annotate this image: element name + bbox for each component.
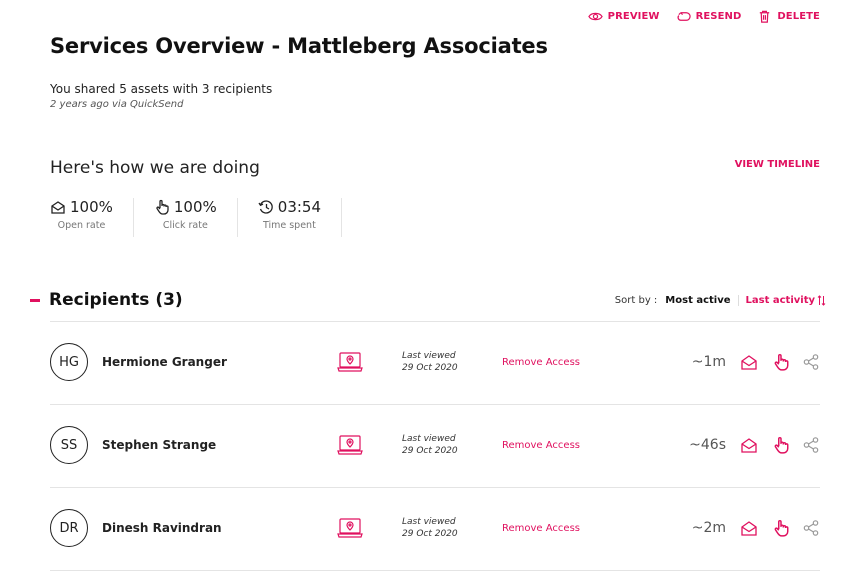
history-clock-icon bbox=[258, 200, 273, 214]
recipient-name: Dinesh Ravindran bbox=[102, 521, 222, 535]
stat-click-rate: 100% Click rate bbox=[134, 198, 238, 237]
recipients-title: Recipients (3) bbox=[49, 290, 183, 310]
remove-access-link[interactable]: Remove Access bbox=[502, 357, 580, 368]
pointer-hand-icon[interactable] bbox=[772, 353, 790, 371]
collapse-icon[interactable] bbox=[30, 298, 40, 302]
laptop-location-icon bbox=[337, 518, 363, 538]
stat-time-spent: 03:54 Time spent bbox=[238, 198, 343, 237]
last-viewed: Last viewed 29 Oct 2020 bbox=[402, 516, 458, 540]
sort-last-activity-label: Last activity bbox=[745, 294, 815, 306]
time-spent: ~1m bbox=[691, 354, 726, 370]
recipient-name: Stephen Strange bbox=[102, 438, 217, 452]
recipient-row: SS Stephen Strange Last viewed 29 Oct 20… bbox=[50, 404, 820, 486]
last-viewed-label: Last viewed bbox=[402, 351, 456, 361]
sort-last-activity[interactable]: Last activity bbox=[746, 294, 826, 307]
laptop-location-icon bbox=[337, 435, 363, 455]
recipient-name: Hermione Granger bbox=[102, 355, 227, 369]
share-icon[interactable] bbox=[802, 353, 820, 371]
share-icon[interactable] bbox=[802, 519, 820, 537]
last-viewed-date: 29 Oct 2020 bbox=[402, 363, 458, 373]
page-title: Services Overview - Mattleberg Associate… bbox=[50, 34, 548, 58]
eye-icon bbox=[587, 12, 603, 21]
divider bbox=[50, 570, 820, 571]
time-spent-value: 03:54 bbox=[277, 198, 322, 216]
last-viewed: Last viewed 29 Oct 2020 bbox=[402, 350, 458, 374]
trash-icon bbox=[760, 10, 770, 23]
performance-heading: Here's how we are doing bbox=[50, 158, 260, 178]
recipient-row: HG Hermione Granger Last viewed 29 Oct 2… bbox=[50, 321, 820, 403]
delete-button[interactable]: DELETE bbox=[757, 9, 820, 24]
preview-label: PREVIEW bbox=[607, 11, 660, 22]
view-timeline-link[interactable]: VIEW TIMELINE bbox=[735, 159, 820, 170]
avatar: SS bbox=[50, 426, 88, 464]
click-rate-label: Click rate bbox=[162, 220, 208, 231]
envelope-open-icon[interactable] bbox=[740, 519, 758, 537]
sort-most-active[interactable]: Most active bbox=[665, 294, 739, 306]
click-rate-value: 100% bbox=[173, 198, 217, 216]
avatar: HG bbox=[50, 343, 88, 381]
stats-row: 100% Open rate 100% Click rate 03:54 Tim… bbox=[50, 198, 343, 237]
stat-open-rate: 100% Open rate bbox=[50, 198, 134, 237]
shared-timestamp: 2 years ago via QuickSend bbox=[50, 99, 184, 110]
envelope-open-icon[interactable] bbox=[740, 436, 758, 454]
share-icon[interactable] bbox=[802, 436, 820, 454]
laptop-location-icon bbox=[337, 352, 363, 372]
last-viewed-date: 29 Oct 2020 bbox=[402, 529, 458, 539]
last-viewed-label: Last viewed bbox=[402, 434, 456, 444]
delete-label: DELETE bbox=[777, 11, 820, 22]
sort-controls: Sort by : Most active Last activity bbox=[615, 294, 826, 307]
open-rate-value: 100% bbox=[70, 198, 113, 216]
sort-label: Sort by : bbox=[614, 294, 658, 306]
recipients-header: Recipients (3) Sort by : Most active Las… bbox=[30, 288, 826, 312]
resend-label: RESEND bbox=[695, 11, 742, 22]
pointer-hand-icon[interactable] bbox=[772, 519, 790, 537]
shared-summary: You shared 5 assets with 3 recipients bbox=[50, 82, 273, 96]
resend-button[interactable]: RESEND bbox=[676, 9, 742, 24]
recipient-row: DR Dinesh Ravindran Last viewed 29 Oct 2… bbox=[50, 487, 820, 569]
remove-access-link[interactable]: Remove Access bbox=[502, 523, 580, 534]
pointer-hand-icon bbox=[156, 199, 169, 215]
pointer-hand-icon[interactable] bbox=[772, 436, 790, 454]
time-spent: ~46s bbox=[689, 437, 726, 453]
top-actions: PREVIEW RESEND DELETE bbox=[587, 9, 820, 24]
last-viewed: Last viewed 29 Oct 2020 bbox=[402, 433, 458, 457]
sort-arrows-icon bbox=[817, 294, 826, 306]
resend-icon bbox=[677, 12, 691, 21]
remove-access-link[interactable]: Remove Access bbox=[502, 440, 580, 451]
time-spent: ~2m bbox=[691, 520, 726, 536]
last-viewed-label: Last viewed bbox=[402, 517, 456, 527]
time-spent-label: Time spent bbox=[262, 220, 316, 231]
avatar: DR bbox=[50, 509, 88, 547]
envelope-open-icon[interactable] bbox=[740, 353, 758, 371]
envelope-open-icon bbox=[51, 201, 65, 214]
open-rate-label: Open rate bbox=[57, 220, 106, 231]
preview-button[interactable]: PREVIEW bbox=[587, 9, 660, 24]
last-viewed-date: 29 Oct 2020 bbox=[402, 446, 458, 456]
